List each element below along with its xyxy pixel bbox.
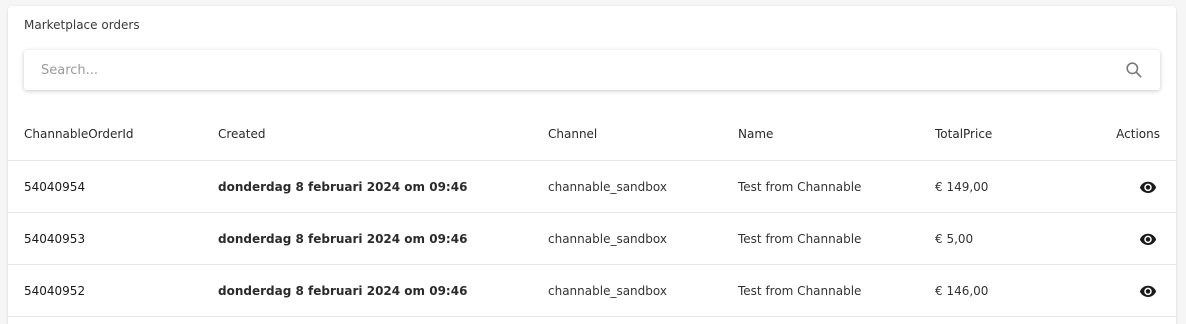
total-price-cell: € 5,00 — [935, 212, 1055, 265]
panel-title: Marketplace orders — [24, 18, 140, 32]
table-row: 54040954 donderdag 8 februari 2024 om 09… — [8, 160, 1176, 213]
channel-cell: channable_sandbox — [548, 212, 738, 265]
column-header-actions: Actions — [1055, 108, 1176, 161]
table-header-row: ChannableOrderId Created Channel Name To… — [8, 108, 1176, 161]
actions-cell — [1055, 212, 1176, 265]
table-row: 54040953 donderdag 8 februari 2024 om 09… — [8, 212, 1176, 265]
column-header-total-price[interactable]: TotalPrice — [935, 108, 1055, 161]
column-header-created[interactable]: Created — [218, 108, 548, 161]
name-cell: Test from Channable — [738, 212, 935, 265]
search-bar — [24, 50, 1160, 90]
total-price-cell: € 149,00 — [935, 160, 1055, 213]
order-id-cell: 54040953 — [8, 212, 218, 265]
channel-cell: channable_sandbox — [548, 264, 738, 317]
column-header-channable-order-id[interactable]: ChannableOrderId — [8, 108, 218, 161]
table-row: 54040952 donderdag 8 februari 2024 om 09… — [8, 264, 1176, 317]
name-cell: Test from Channable — [738, 264, 935, 317]
channel-cell: channable_sandbox — [548, 160, 738, 213]
actions-cell — [1055, 160, 1176, 213]
name-cell: Test from Channable — [738, 160, 935, 213]
orders-table: ChannableOrderId Created Channel Name To… — [8, 108, 1176, 317]
page: Marketplace orders ChannableOrderId Crea… — [0, 0, 1186, 324]
column-header-channel[interactable]: Channel — [548, 108, 738, 161]
total-price-cell: € 146,00 — [935, 264, 1055, 317]
search-input[interactable] — [39, 61, 1103, 79]
created-cell: donderdag 8 februari 2024 om 09:46 — [218, 212, 548, 265]
created-cell: donderdag 8 februari 2024 om 09:46 — [218, 264, 548, 317]
actions-cell — [1055, 264, 1176, 317]
marketplace-orders-panel: Marketplace orders ChannableOrderId Crea… — [8, 6, 1176, 324]
eye-icon[interactable] — [1139, 230, 1157, 248]
column-header-name[interactable]: Name — [738, 108, 935, 161]
created-cell: donderdag 8 februari 2024 om 09:46 — [218, 160, 548, 213]
eye-icon[interactable] — [1139, 282, 1157, 300]
eye-icon[interactable] — [1139, 178, 1157, 196]
order-id-cell: 54040952 — [8, 264, 218, 317]
search-icon[interactable] — [1124, 60, 1144, 80]
order-id-cell: 54040954 — [8, 160, 218, 213]
